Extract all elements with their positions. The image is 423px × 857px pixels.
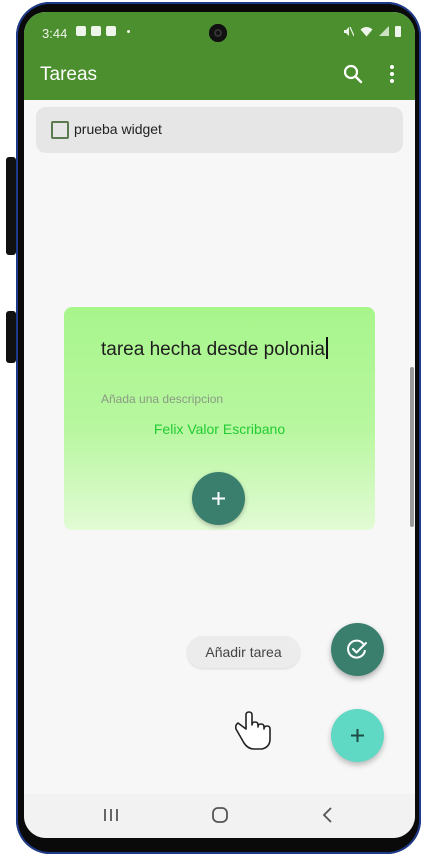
notification-icons [76, 26, 130, 36]
shopping-bag-icon [76, 26, 86, 36]
signal-icon [379, 26, 389, 36]
plus-icon [212, 492, 225, 505]
status-time: 3:44 [42, 26, 68, 41]
more-vert-icon[interactable] [383, 62, 401, 86]
search-icon[interactable] [341, 62, 365, 86]
wifi-icon [360, 27, 373, 37]
app-title: Tareas [40, 64, 98, 85]
more-notifications-icon [127, 30, 130, 33]
screen-share-icon [106, 26, 116, 36]
app-bar: 3:44 Tareas [24, 12, 415, 100]
system-status-icons [343, 26, 401, 37]
add-task-label[interactable]: Añadir tarea [187, 636, 300, 668]
main-fab[interactable] [331, 709, 384, 762]
phone-side-button [6, 311, 16, 363]
task-list-item[interactable]: prueba widget [36, 107, 403, 153]
add-task-fab[interactable] [331, 623, 384, 676]
navigation-bar [24, 794, 415, 838]
save-task-button[interactable] [192, 472, 245, 525]
page: 3:44 Tareas prueba widget tarea hecha de… [0, 0, 423, 857]
mute-icon [344, 26, 354, 37]
plus-icon [351, 729, 364, 742]
task-description-field[interactable]: Añada una descripcion [101, 392, 223, 406]
battery-icon [395, 26, 401, 37]
task-title-value: tarea hecha desde polonia [101, 339, 325, 360]
front-camera [209, 24, 227, 42]
task-checkbox[interactable] [51, 121, 69, 139]
home-icon[interactable] [207, 804, 233, 826]
author-name: Felix Valor Escribano [153, 421, 286, 437]
check-circle-icon [347, 639, 367, 659]
phone-screen: 3:44 Tareas prueba widget tarea hecha de… [24, 12, 415, 838]
text-caret [325, 337, 328, 359]
hand-cursor-icon [234, 711, 271, 750]
phone-side-button [6, 157, 16, 255]
task-title-field[interactable]: tarea hecha desde polonia [101, 337, 328, 361]
gallery-icon [91, 26, 101, 36]
scrollbar[interactable] [410, 367, 414, 527]
new-task-dialog: tarea hecha desde polonia Añada una desc… [64, 307, 375, 530]
back-icon[interactable] [315, 804, 341, 826]
task-label: prueba widget [74, 121, 162, 137]
recents-icon[interactable] [98, 804, 124, 826]
